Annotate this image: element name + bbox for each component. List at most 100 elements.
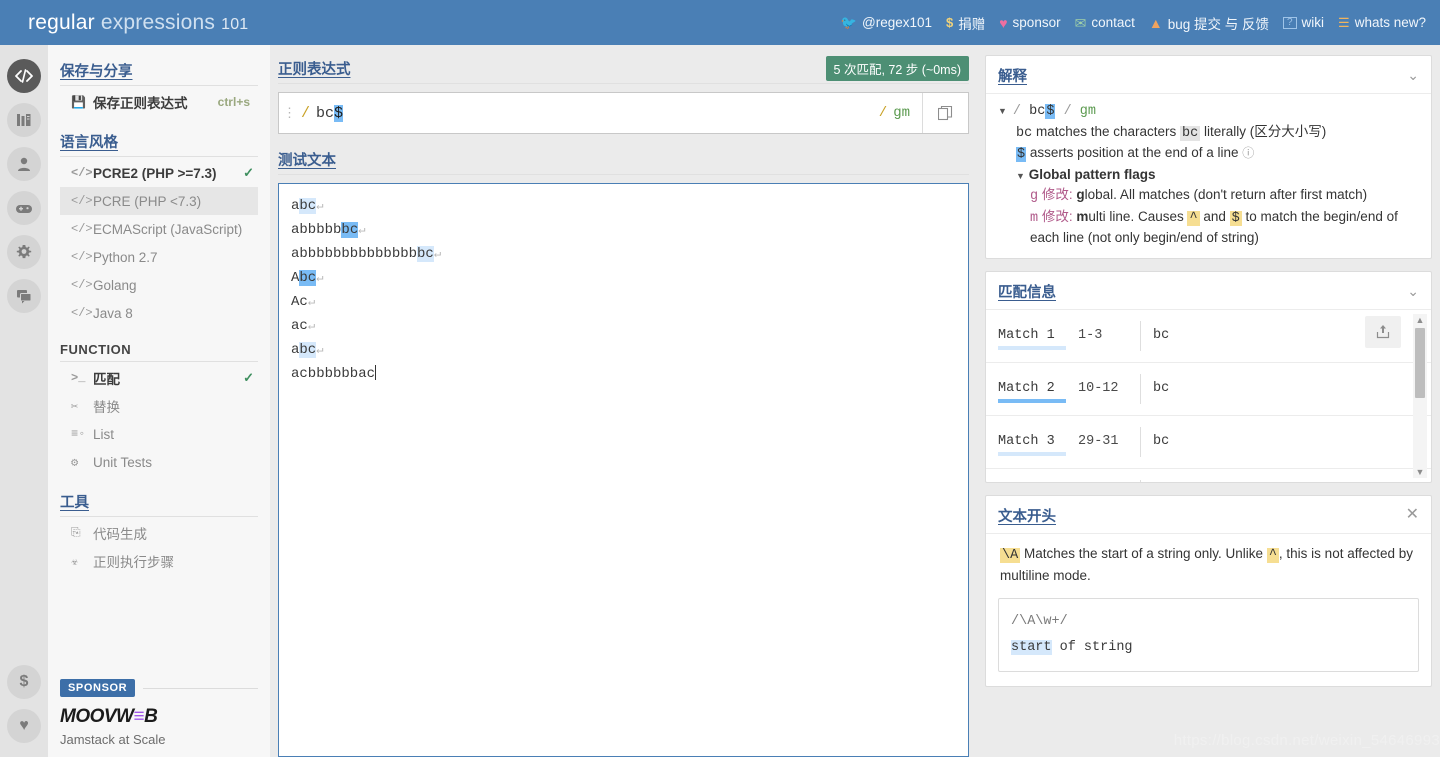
nav-link-donate[interactable]: $ 捐赠 <box>946 13 985 33</box>
rail-code-icon[interactable] <box>7 59 41 93</box>
explanation-flags-heading-row[interactable]: ▼ Global pattern flags <box>998 165 1419 185</box>
match-row[interactable]: Match 2 10-12 bc <box>986 363 1431 416</box>
explanation-header: 解释 ⌄ <box>986 56 1431 94</box>
sponsor-divider <box>143 687 258 689</box>
help-icon[interactable]: ⓘ <box>1242 146 1254 160</box>
sidebar-item-label: 替换 <box>93 400 120 415</box>
sidebar-item-ecmascript[interactable]: </> ECMAScript (JavaScript) <box>60 215 258 243</box>
center-column: 正则表达式 5 次匹配, 72 步 (~0ms) ⋮ / bc $ / gm 测试文… <box>270 45 977 757</box>
explanation-pattern-row[interactable]: ▼ / bc$ / gm <box>998 102 1419 122</box>
sidebar-item-substitution[interactable]: ✂ 替换 <box>60 392 258 420</box>
nav-link-sponsor[interactable]: ♥ sponsor <box>999 15 1060 30</box>
check-icon: ✓ <box>243 370 254 385</box>
test-line: Abc↵ <box>291 266 956 290</box>
flag-zh-g: 修改 <box>1041 186 1069 202</box>
explanation-line-bc: bc matches the characters bc literally (… <box>998 122 1419 144</box>
scroll-down-icon[interactable]: ▼ <box>1416 466 1425 478</box>
regex-section-title: 正则表达式 <box>278 61 351 78</box>
sidebar-item-pcre2[interactable]: </> PCRE2 (PHP >=7.3) ✓ <box>60 159 258 187</box>
sidebar-item-code-generator[interactable]: ⎘ 代码生成 <box>60 519 258 547</box>
sidebar-item-list[interactable]: ≡◦ List <box>60 420 258 448</box>
sponsor-logo-b: B <box>144 706 158 727</box>
match-label: Match 1 <box>998 328 1078 351</box>
sidebar-item-regex-debugger[interactable]: ☣ 正则执行步骤 <box>60 547 258 575</box>
sidebar-heading-function: FUNCTION <box>60 327 258 362</box>
drag-grip-icon[interactable]: ⋮ <box>279 93 301 133</box>
nav-link-wiki[interactable]: ? wiki <box>1282 15 1324 30</box>
sponsor-subtitle: Jamstack at Scale <box>60 732 166 747</box>
regex-title-rule <box>278 83 969 84</box>
twitter-icon: 🐦 <box>840 15 857 30</box>
rail-chat-icon[interactable] <box>7 279 41 313</box>
rail-account-icon[interactable] <box>7 147 41 181</box>
scrollbar-thumb[interactable] <box>1415 327 1425 398</box>
sidebar-item-unit-tests[interactable]: ⚙ Unit Tests <box>60 448 258 476</box>
sidebar-item-label: Python 2.7 <box>93 249 158 265</box>
regex-flags[interactable]: / gm <box>879 93 922 133</box>
regex-title-row: 正则表达式 5 次匹配, 72 步 (~0ms) <box>278 55 969 81</box>
sidebar-item-golang[interactable]: </> Golang <box>60 271 258 299</box>
rail-sponsor-heart-icon[interactable]: ♥ <box>7 709 41 743</box>
reference-text-1: Matches the start of a string only. Unli… <box>1020 545 1267 561</box>
rail-library-icon[interactable] <box>7 103 41 137</box>
site-logo[interactable]: regular expressions 101 <box>28 11 248 35</box>
reference-example: /\A\w+/ start of string <box>998 598 1419 672</box>
share-icon[interactable] <box>1365 315 1401 348</box>
nav-label-contact: contact <box>1091 15 1135 30</box>
chevron-down-icon[interactable]: ⌄ <box>1407 67 1419 84</box>
match-row[interactable]: Match 3 29-31 bc <box>986 416 1431 469</box>
test-line: acbbbbbbac <box>291 362 956 386</box>
debugger-icon: ☣ <box>71 554 79 569</box>
disclosure-triangle-icon[interactable]: ▼ <box>998 105 1007 118</box>
nav-link-bugs[interactable]: ▲ bug 提交 与 反馈 <box>1149 13 1269 33</box>
seg-match: bc <box>299 342 317 358</box>
exp-chip-bc: bc <box>1180 125 1201 141</box>
test-title-row: 测试文本 <box>278 146 969 172</box>
test-line: abbbbbbbbbbbbbbbc↵ <box>291 242 956 266</box>
flag-chip-caret: ^ <box>1187 210 1200 226</box>
seg-plain: acbbbbbbac <box>291 366 376 382</box>
scissors-icon: ✂ <box>71 399 79 414</box>
nav-link-contact[interactable]: ✉ contact <box>1075 15 1135 30</box>
code-tag-icon: </> <box>71 278 93 292</box>
reference-description: \A Matches the start of a string only. U… <box>998 544 1419 587</box>
match-range: 1-3 <box>1078 328 1103 344</box>
sidebar-item-label: ECMAScript (JavaScript) <box>93 221 243 237</box>
sidebar-item-save-regex[interactable]: 💾 保存正则表达式 ctrl+s <box>60 88 258 116</box>
sidebar-item-label: List <box>93 426 115 442</box>
newline-glyph: ↵ <box>358 223 366 237</box>
exp-text-bc-post: literally (区分大小写) <box>1200 123 1327 139</box>
seg-plain: Ac <box>291 294 308 310</box>
explanation-panel: 解释 ⌄ ▼ / bc$ / gm bc matches the charact… <box>985 55 1432 259</box>
code-tag-icon: </> <box>71 306 93 320</box>
flag-zh-m: 修改 <box>1041 208 1069 224</box>
nav-link-whatsnew[interactable]: ☰ whats new? <box>1338 15 1426 30</box>
rail-gamepad-icon[interactable] <box>7 191 41 225</box>
match-row-partial[interactable] <box>986 469 1431 482</box>
regex-input-box[interactable]: ⋮ / bc $ / gm <box>278 92 969 134</box>
nav-link-twitter[interactable]: 🐦 @regex101 <box>841 15 932 30</box>
copy-icon[interactable] <box>922 93 968 133</box>
scroll-up-icon[interactable]: ▲ <box>1416 314 1425 326</box>
match-info-scrollbar[interactable]: ▲ ▼ <box>1413 313 1427 478</box>
disclosure-triangle-icon[interactable]: ▼ <box>1016 171 1025 181</box>
sidebar-item-python[interactable]: </> Python 2.7 <box>60 243 258 271</box>
match-range: 10-12 <box>1078 381 1119 397</box>
test-title-rule <box>278 174 969 175</box>
sidebar-item-pcre[interactable]: </> PCRE (PHP <7.3) <box>60 187 258 215</box>
rail-donate-icon[interactable]: $ <box>7 665 41 699</box>
sponsor-logo[interactable]: MOOVW≡B <box>60 706 258 728</box>
sidebar-item-match[interactable]: >_ 匹配 ✓ <box>60 364 258 392</box>
reference-token: \A <box>1000 547 1021 563</box>
close-icon[interactable]: ✕ <box>1406 507 1419 523</box>
chevron-down-icon[interactable]: ⌄ <box>1407 283 1419 300</box>
match-range: 29-31 <box>1078 434 1119 450</box>
rail-gear-icon[interactable] <box>7 235 41 269</box>
sidebar-item-java[interactable]: </> Java 8 <box>60 299 258 327</box>
flag-key-m: m <box>1030 210 1039 226</box>
test-string-input[interactable]: abc↵ abbbbbbc↵ abbbbbbbbbbbbbbbc↵ Abc↵ A… <box>278 183 969 757</box>
match-separator <box>1140 320 1141 351</box>
regex-input[interactable]: bc $ <box>316 93 879 133</box>
nav-label-whatsnew: whats new? <box>1354 15 1426 30</box>
sidebar-item-label: 正则执行步骤 <box>93 555 174 570</box>
